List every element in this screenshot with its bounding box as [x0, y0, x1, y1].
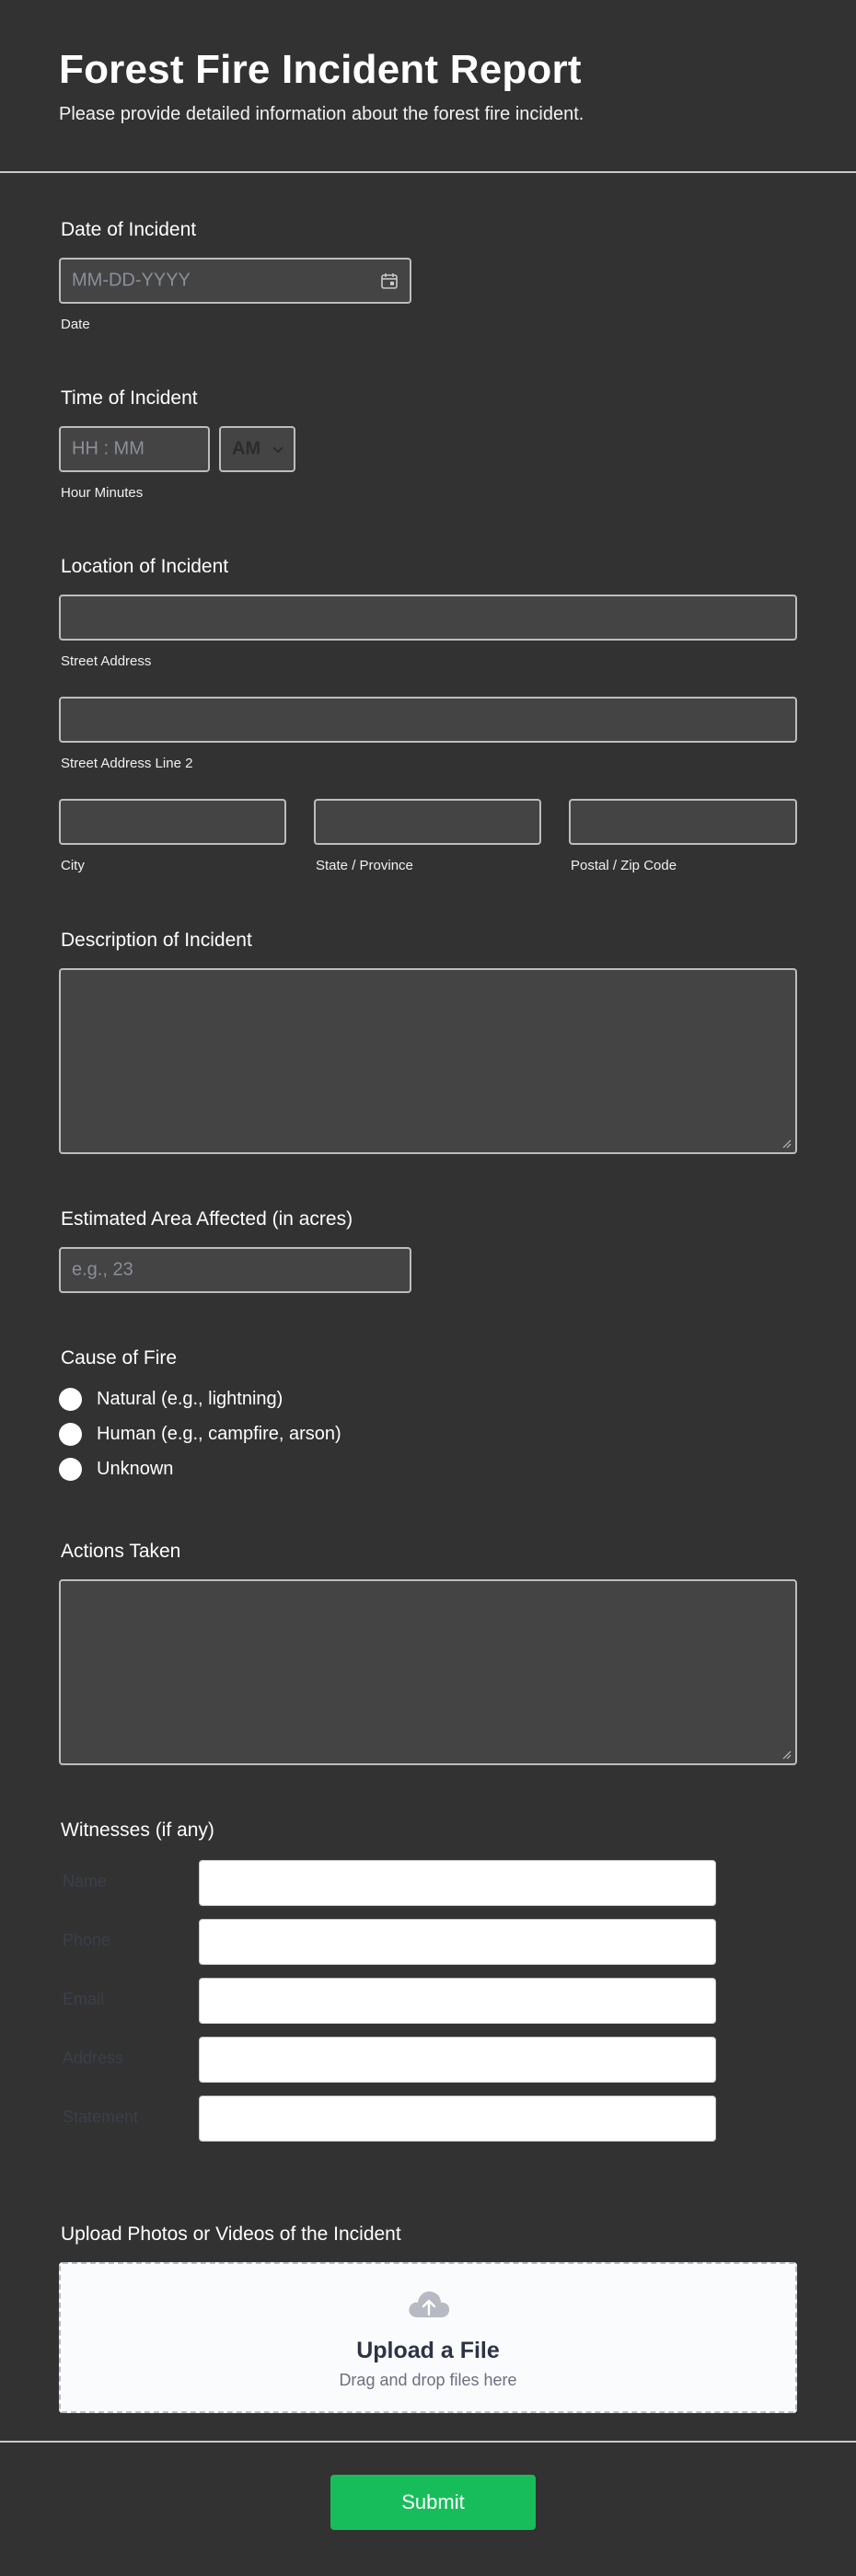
form-header: Forest Fire Incident Report Please provi… [59, 46, 814, 127]
witnesses-label: Witnesses (if any) [61, 1819, 214, 1841]
radio-label: Human (e.g., campfire, arson) [97, 1423, 341, 1444]
radio-button[interactable] [59, 1422, 82, 1446]
date-input[interactable]: MM-DD-YYYY [59, 258, 411, 304]
city-input[interactable] [59, 799, 286, 845]
street-address-line2-input[interactable] [59, 697, 797, 743]
zip-sublabel: Postal / Zip Code [571, 858, 677, 873]
ampm-value: AM [232, 438, 261, 459]
calendar-icon[interactable] [380, 271, 399, 290]
resize-handle-icon[interactable] [782, 1750, 792, 1760]
footer-divider [0, 2441, 856, 2443]
actions-textarea[interactable] [59, 1579, 797, 1765]
radio-label: Unknown [97, 1458, 174, 1479]
ampm-select[interactable]: AM [219, 426, 295, 472]
area-input[interactable]: e.g., 23 [59, 1247, 411, 1293]
radio-button[interactable] [59, 1387, 82, 1411]
chevron-down-icon [272, 446, 283, 454]
description-textarea[interactable] [59, 968, 797, 1154]
witness-name-label: Name [63, 1872, 108, 1890]
cloud-upload-icon [409, 2291, 450, 2317]
radio-label: Natural (e.g., lightning) [97, 1388, 283, 1409]
time-label: Time of Incident [61, 387, 198, 409]
witness-statement-label: Statement [63, 2108, 139, 2126]
form-page: Forest Fire Incident Report Please provi… [0, 0, 856, 2576]
street-address-line2-sublabel: Street Address Line 2 [61, 756, 193, 771]
time-sublabel: Hour Minutes [61, 485, 144, 501]
description-label: Description of Incident [61, 930, 252, 951]
actions-label: Actions Taken [61, 1541, 181, 1562]
header-divider [0, 171, 856, 173]
witness-address-label: Address [63, 2049, 124, 2067]
time-placeholder: HH : MM [72, 438, 145, 459]
time-input[interactable]: HH : MM [59, 426, 210, 472]
street-address-input[interactable] [59, 595, 797, 641]
submit-button[interactable]: Submit [330, 2475, 536, 2530]
date-sublabel: Date [61, 317, 90, 332]
upload-subtitle: Drag and drop files here [339, 2371, 517, 2389]
witness-address-input[interactable] [199, 2037, 716, 2083]
zip-input[interactable] [569, 799, 797, 845]
area-label: Estimated Area Affected (in acres) [61, 1208, 353, 1230]
witness-email-input[interactable] [199, 1978, 716, 2024]
state-input[interactable] [314, 799, 541, 845]
state-sublabel: State / Province [316, 858, 413, 873]
date-label: Date of Incident [61, 219, 197, 240]
radio-option-natural[interactable]: Natural (e.g., lightning) [59, 1386, 283, 1412]
form-title: Forest Fire Incident Report [59, 47, 582, 92]
location-label: Location of Incident [61, 556, 229, 577]
city-sublabel: City [61, 858, 85, 873]
form-subtitle: Please provide detailed information abou… [59, 104, 584, 124]
upload-title: Upload a File [356, 2338, 500, 2363]
resize-handle-icon[interactable] [782, 1139, 792, 1149]
witness-email-label: Email [63, 1990, 105, 2008]
radio-button[interactable] [59, 1457, 82, 1481]
radio-option-unknown[interactable]: Unknown [59, 1456, 173, 1482]
street-address-sublabel: Street Address [61, 653, 152, 669]
radio-option-human[interactable]: Human (e.g., campfire, arson) [59, 1421, 341, 1447]
file-upload-dropzone[interactable]: Upload a File Drag and drop files here [59, 2262, 797, 2413]
witness-statement-input[interactable] [199, 2096, 716, 2142]
area-placeholder: e.g., 23 [72, 1259, 133, 1280]
witness-name-input[interactable] [199, 1860, 716, 1906]
witness-phone-label: Phone [63, 1931, 111, 1949]
upload-label: Upload Photos or Videos of the Incident [61, 2224, 401, 2245]
cause-label: Cause of Fire [61, 1347, 178, 1369]
witness-phone-input[interactable] [199, 1919, 716, 1965]
date-placeholder: MM-DD-YYYY [72, 270, 191, 291]
